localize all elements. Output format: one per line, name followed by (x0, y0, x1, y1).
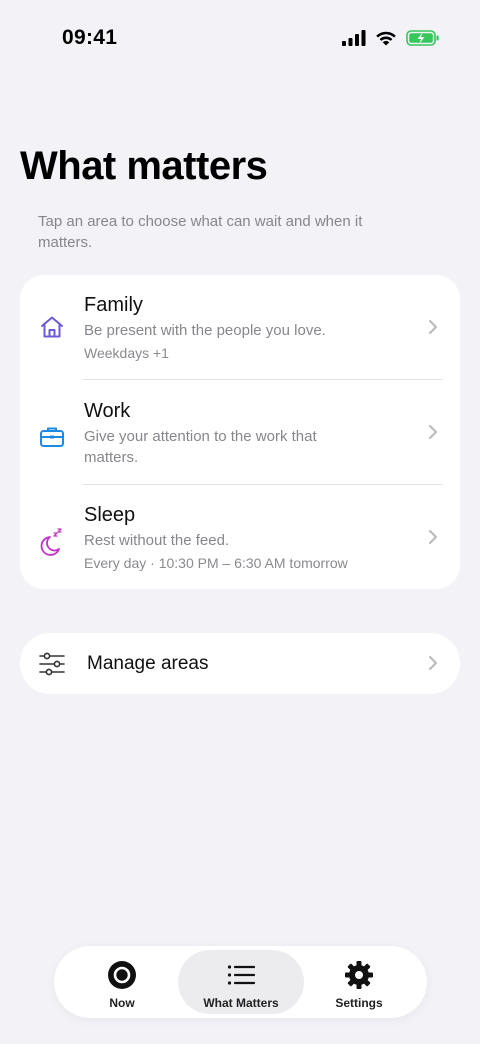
chevron-right-icon (428, 529, 438, 545)
page-title: What matters (20, 144, 268, 188)
area-schedule: Weekdays +1 (84, 345, 169, 361)
list-icon (226, 960, 256, 990)
status-bar: 09:41 (0, 0, 480, 78)
area-description: Be present with the people you love. (84, 322, 326, 339)
area-row-family[interactable]: Family Be present with the people you lo… (20, 275, 460, 380)
sliders-icon (38, 651, 66, 677)
area-description: Give your attention to the work that mat… (84, 428, 317, 466)
gear-icon (344, 960, 374, 990)
status-time: 09:41 (62, 26, 118, 49)
area-row-work[interactable]: Work Give your attention to the work tha… (20, 380, 460, 485)
area-schedule: Every day · 10:30 PM – 6:30 AM tomorrow (84, 555, 348, 571)
briefcase-icon (38, 423, 66, 451)
tab-label: What Matters (203, 996, 279, 1010)
cellular-signal-icon (342, 30, 366, 46)
tab-settings[interactable]: Settings (300, 950, 418, 1014)
page-subtitle: Tap an area to choose what can wait and … (38, 213, 363, 251)
area-title: Work (84, 400, 131, 422)
tab-now[interactable]: Now (63, 950, 181, 1014)
chevron-right-icon (428, 424, 438, 440)
chevron-right-icon (428, 655, 438, 671)
chevron-right-icon (428, 319, 438, 335)
manage-areas-label: Manage areas (87, 653, 209, 674)
tab-label: Now (109, 996, 135, 1010)
circle-icon (107, 960, 137, 990)
area-description: Rest without the feed. (84, 532, 230, 549)
manage-areas-button[interactable]: Manage areas (20, 633, 460, 694)
status-icons (342, 30, 440, 46)
battery-charging-icon (406, 30, 440, 46)
area-title: Sleep (84, 504, 136, 526)
tab-what-matters[interactable]: What Matters (178, 950, 304, 1014)
moon-sleep-icon (38, 528, 66, 556)
area-row-sleep[interactable]: Sleep Rest without the feed. Every day ·… (20, 485, 460, 589)
areas-card: Family Be present with the people you lo… (20, 275, 460, 589)
home-icon (38, 313, 66, 341)
tab-bar: Now What Matters Settings (54, 946, 427, 1018)
wifi-icon (375, 30, 397, 46)
area-title: Family (84, 294, 143, 316)
tab-label: Settings (335, 996, 383, 1010)
